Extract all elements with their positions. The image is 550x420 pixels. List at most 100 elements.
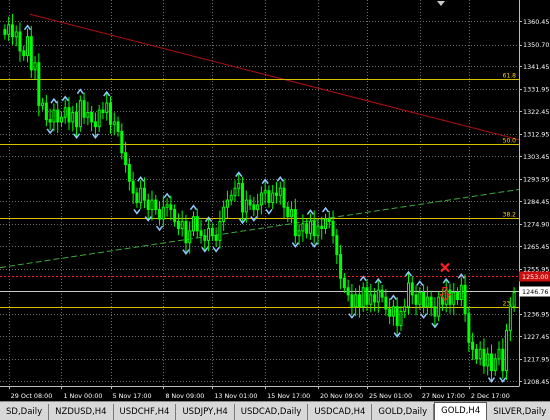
- candle-body: [207, 228, 211, 241]
- candle-body: [44, 102, 48, 121]
- candle-body: [225, 199, 229, 208]
- chart-tab[interactable]: SD,Daily: [0, 404, 50, 420]
- alert-price-label: 1253.00: [519, 271, 550, 282]
- price-tick-label: 1303.45: [523, 153, 549, 161]
- candle-body: [173, 209, 177, 222]
- price-chart[interactable]: 61.850.038.223.6 1360.451350.701341.4513…: [0, 0, 550, 401]
- candle-body: [399, 310, 403, 327]
- fractal-down-icon: [212, 246, 220, 253]
- time-tick-label: 5 Nov 17:00: [113, 392, 152, 400]
- price-tick-label: 1265.45: [523, 243, 549, 251]
- candle-body: [176, 220, 180, 230]
- candle-body: [456, 291, 460, 301]
- candle-body: [497, 348, 501, 360]
- price-tick-label: 1360.45: [523, 18, 549, 26]
- candle-body: [312, 220, 316, 237]
- price-tick-label: 1350.70: [523, 41, 549, 49]
- candle-body: [459, 284, 463, 301]
- chart-tab[interactable]: GOLD,Daily: [372, 404, 435, 420]
- candle-body: [297, 230, 301, 237]
- candle-body: [448, 289, 452, 305]
- red-x-icon: [440, 262, 450, 273]
- candle-body: [331, 220, 335, 237]
- time-tick-label: 1 Nov 00:00: [63, 392, 102, 400]
- chart-tab[interactable]: SILVER,Daily: [487, 404, 550, 420]
- chart-tab[interactable]: GOLD,H4: [434, 402, 488, 420]
- chart-tab[interactable]: USDJPY,H4: [176, 404, 235, 420]
- candle-body: [14, 31, 18, 38]
- fractal-up-icon: [163, 192, 171, 199]
- candle-body: [357, 294, 361, 308]
- time-tick-label: 2 Dec 17:00: [471, 392, 510, 400]
- candle-body: [252, 204, 256, 211]
- chart-tab[interactable]: USDCHF,H4: [113, 404, 177, 420]
- candle-body: [22, 50, 26, 57]
- candle-body: [327, 218, 331, 222]
- candle-body: [282, 187, 286, 208]
- candle-body: [489, 353, 493, 372]
- fractal-up-icon: [276, 176, 284, 182]
- candle-body: [101, 109, 105, 113]
- chart-tab[interactable]: NZDUSD,H4: [49, 404, 114, 420]
- candle-body: [86, 111, 90, 118]
- price-tick-label: 1227.45: [523, 333, 549, 341]
- candle-body: [37, 62, 41, 106]
- candle-body: [41, 102, 45, 106]
- price-axis[interactable]: 1360.45 1350.70 1341.45 1331.95 1322.45 1312.…: [519, 18, 549, 386]
- candle-body: [150, 199, 154, 211]
- candle-body: [158, 209, 162, 220]
- red-trendline[interactable]: [29, 13, 520, 141]
- candle-body: [414, 294, 418, 305]
- current-price-label: 1246.76: [519, 286, 550, 297]
- green-trendline[interactable]: [0, 188, 520, 269]
- candle-body: [48, 119, 52, 123]
- candle-body: [82, 100, 86, 118]
- candle-body: [376, 289, 380, 303]
- candle-body: [59, 116, 63, 123]
- chart-tab[interactable]: USDCAD,H4: [308, 404, 373, 420]
- candle-body: [116, 121, 120, 132]
- candle-body: [90, 111, 94, 123]
- candle-body: [263, 190, 267, 194]
- fib-level-label: 50.0: [503, 138, 517, 145]
- candle-body: [471, 341, 475, 350]
- time-axis[interactable]: 29 Oct 08:00 1 Nov 00:00 5 Nov 17:00 8 Nov …: [9, 386, 510, 400]
- chart-tabs: SD,Daily NZDUSD,H4 USDCHF,H4 USDJPY,H4 USDCA…: [0, 401, 550, 420]
- candle-body: [339, 254, 343, 279]
- price-tick-label: 1236.95: [523, 310, 549, 318]
- candle-body: [237, 183, 241, 189]
- chart-tab[interactable]: USDCAD,Daily: [234, 404, 309, 420]
- fibonacci-levels[interactable]: 61.850.038.223.6: [0, 73, 519, 308]
- candle-body: [244, 199, 248, 213]
- candle-body: [214, 235, 218, 241]
- time-tick-label: 15 Nov 17:00: [267, 392, 310, 400]
- candle-body: [361, 287, 365, 308]
- candle-body: [505, 329, 509, 372]
- candle-body: [195, 216, 199, 232]
- candle-body: [324, 218, 328, 230]
- fractal-down-icon: [155, 225, 164, 232]
- candle-body: [184, 220, 188, 244]
- candle-body: [474, 348, 478, 360]
- candle-body: [429, 296, 433, 308]
- fractal-up-icon: [389, 294, 398, 301]
- candle-body: [3, 29, 7, 35]
- candle-body: [218, 220, 222, 241]
- candle-body: [422, 291, 426, 308]
- triangle-down-icon: [437, 1, 445, 6]
- candle-body: [7, 24, 11, 35]
- fractal-up-icon: [359, 275, 367, 282]
- candle-body: [425, 296, 429, 308]
- candle-body: [203, 235, 207, 241]
- price-tick-label: 1322.45: [523, 108, 549, 116]
- price-tick-label: 1284.45: [523, 198, 549, 206]
- price-tick-label: 1293.95: [523, 175, 549, 183]
- price-tick-label: 1217.95: [523, 355, 549, 363]
- candle-body: [93, 121, 97, 128]
- fib-level-label: 61.8: [503, 73, 517, 80]
- candle-body: [267, 190, 271, 203]
- candle-body: [406, 282, 410, 308]
- candle-body: [97, 109, 101, 128]
- time-tick-label: 25 Nov 01:00: [369, 392, 412, 400]
- candle-body: [29, 36, 33, 71]
